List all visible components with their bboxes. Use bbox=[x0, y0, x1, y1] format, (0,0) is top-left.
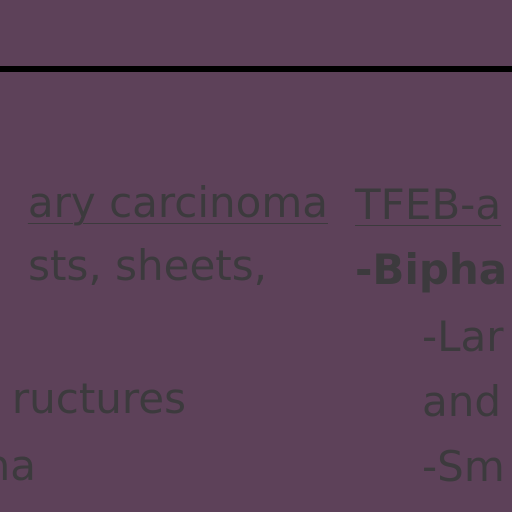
left-column-line: ructures bbox=[11, 374, 186, 423]
right-column-line: -Sm bbox=[422, 442, 505, 491]
right-column-line: -Lar bbox=[422, 312, 504, 361]
right-column-line: -Bipha bbox=[355, 245, 508, 294]
left-column-heading: ary carcinoma bbox=[27, 178, 328, 227]
right-column-heading: TFEB-a bbox=[355, 180, 502, 229]
left-column-line: na bbox=[0, 441, 36, 490]
left-column-line: sts, sheets, bbox=[28, 241, 267, 290]
right-column-line: and bbox=[422, 377, 502, 426]
header-divider bbox=[0, 66, 512, 72]
slide: ary carcinoma sts, sheets, ructures na T… bbox=[0, 0, 512, 512]
